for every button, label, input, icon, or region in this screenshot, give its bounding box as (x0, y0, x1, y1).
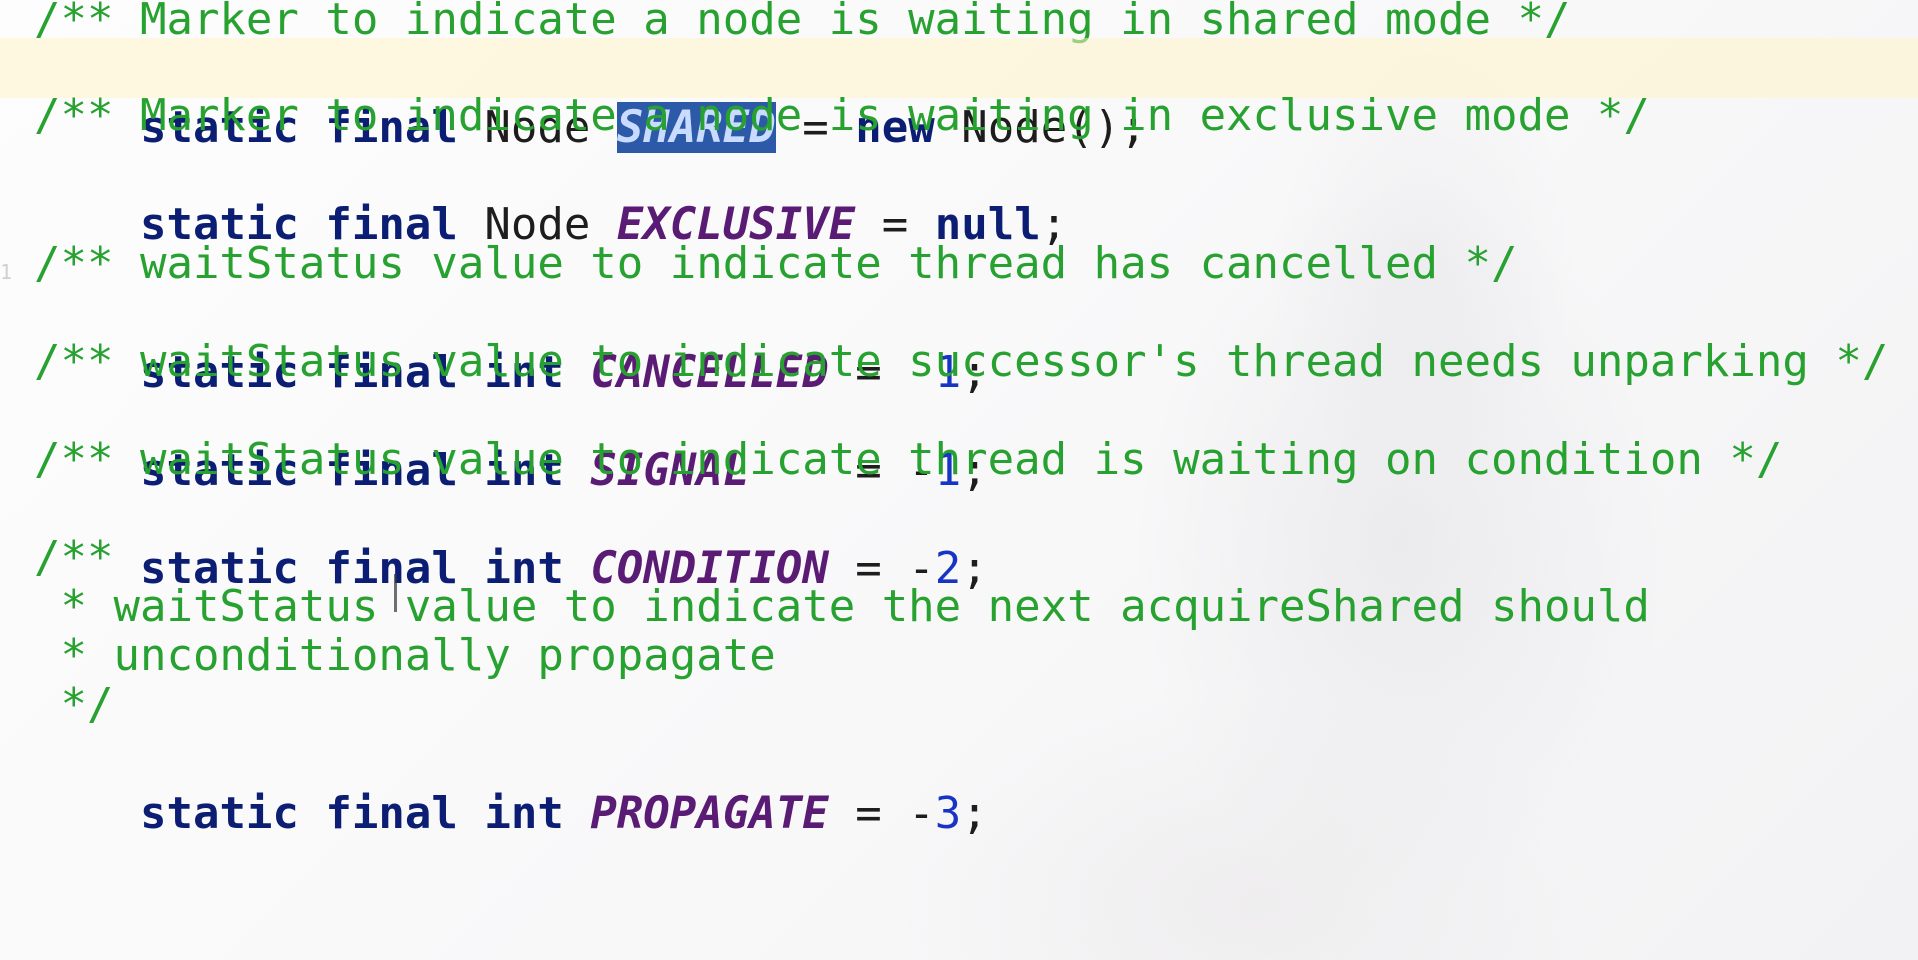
field-propagate[interactable]: PROPAGATE (590, 788, 828, 839)
gutter-marker: 1 (0, 260, 13, 284)
number-literal: 3 (934, 788, 962, 839)
text-cursor (394, 574, 397, 612)
code-line-exclusive[interactable]: static final Node EXCLUSIVE = null; (34, 135, 1067, 250)
keyword: static final int (139, 788, 564, 839)
code-line-propagate[interactable]: static final int PROPAGATE = -3; (34, 724, 988, 839)
code-line-doc-body-2[interactable]: * unconditionally propagate (34, 626, 775, 686)
code-line-condition[interactable]: static final int CONDITION = -2; (34, 479, 988, 594)
semicolon: ; (961, 788, 988, 839)
operator: = - (828, 788, 935, 839)
code-editor[interactable]: 1 /** Marker to indicate a node is waiti… (0, 0, 1918, 960)
